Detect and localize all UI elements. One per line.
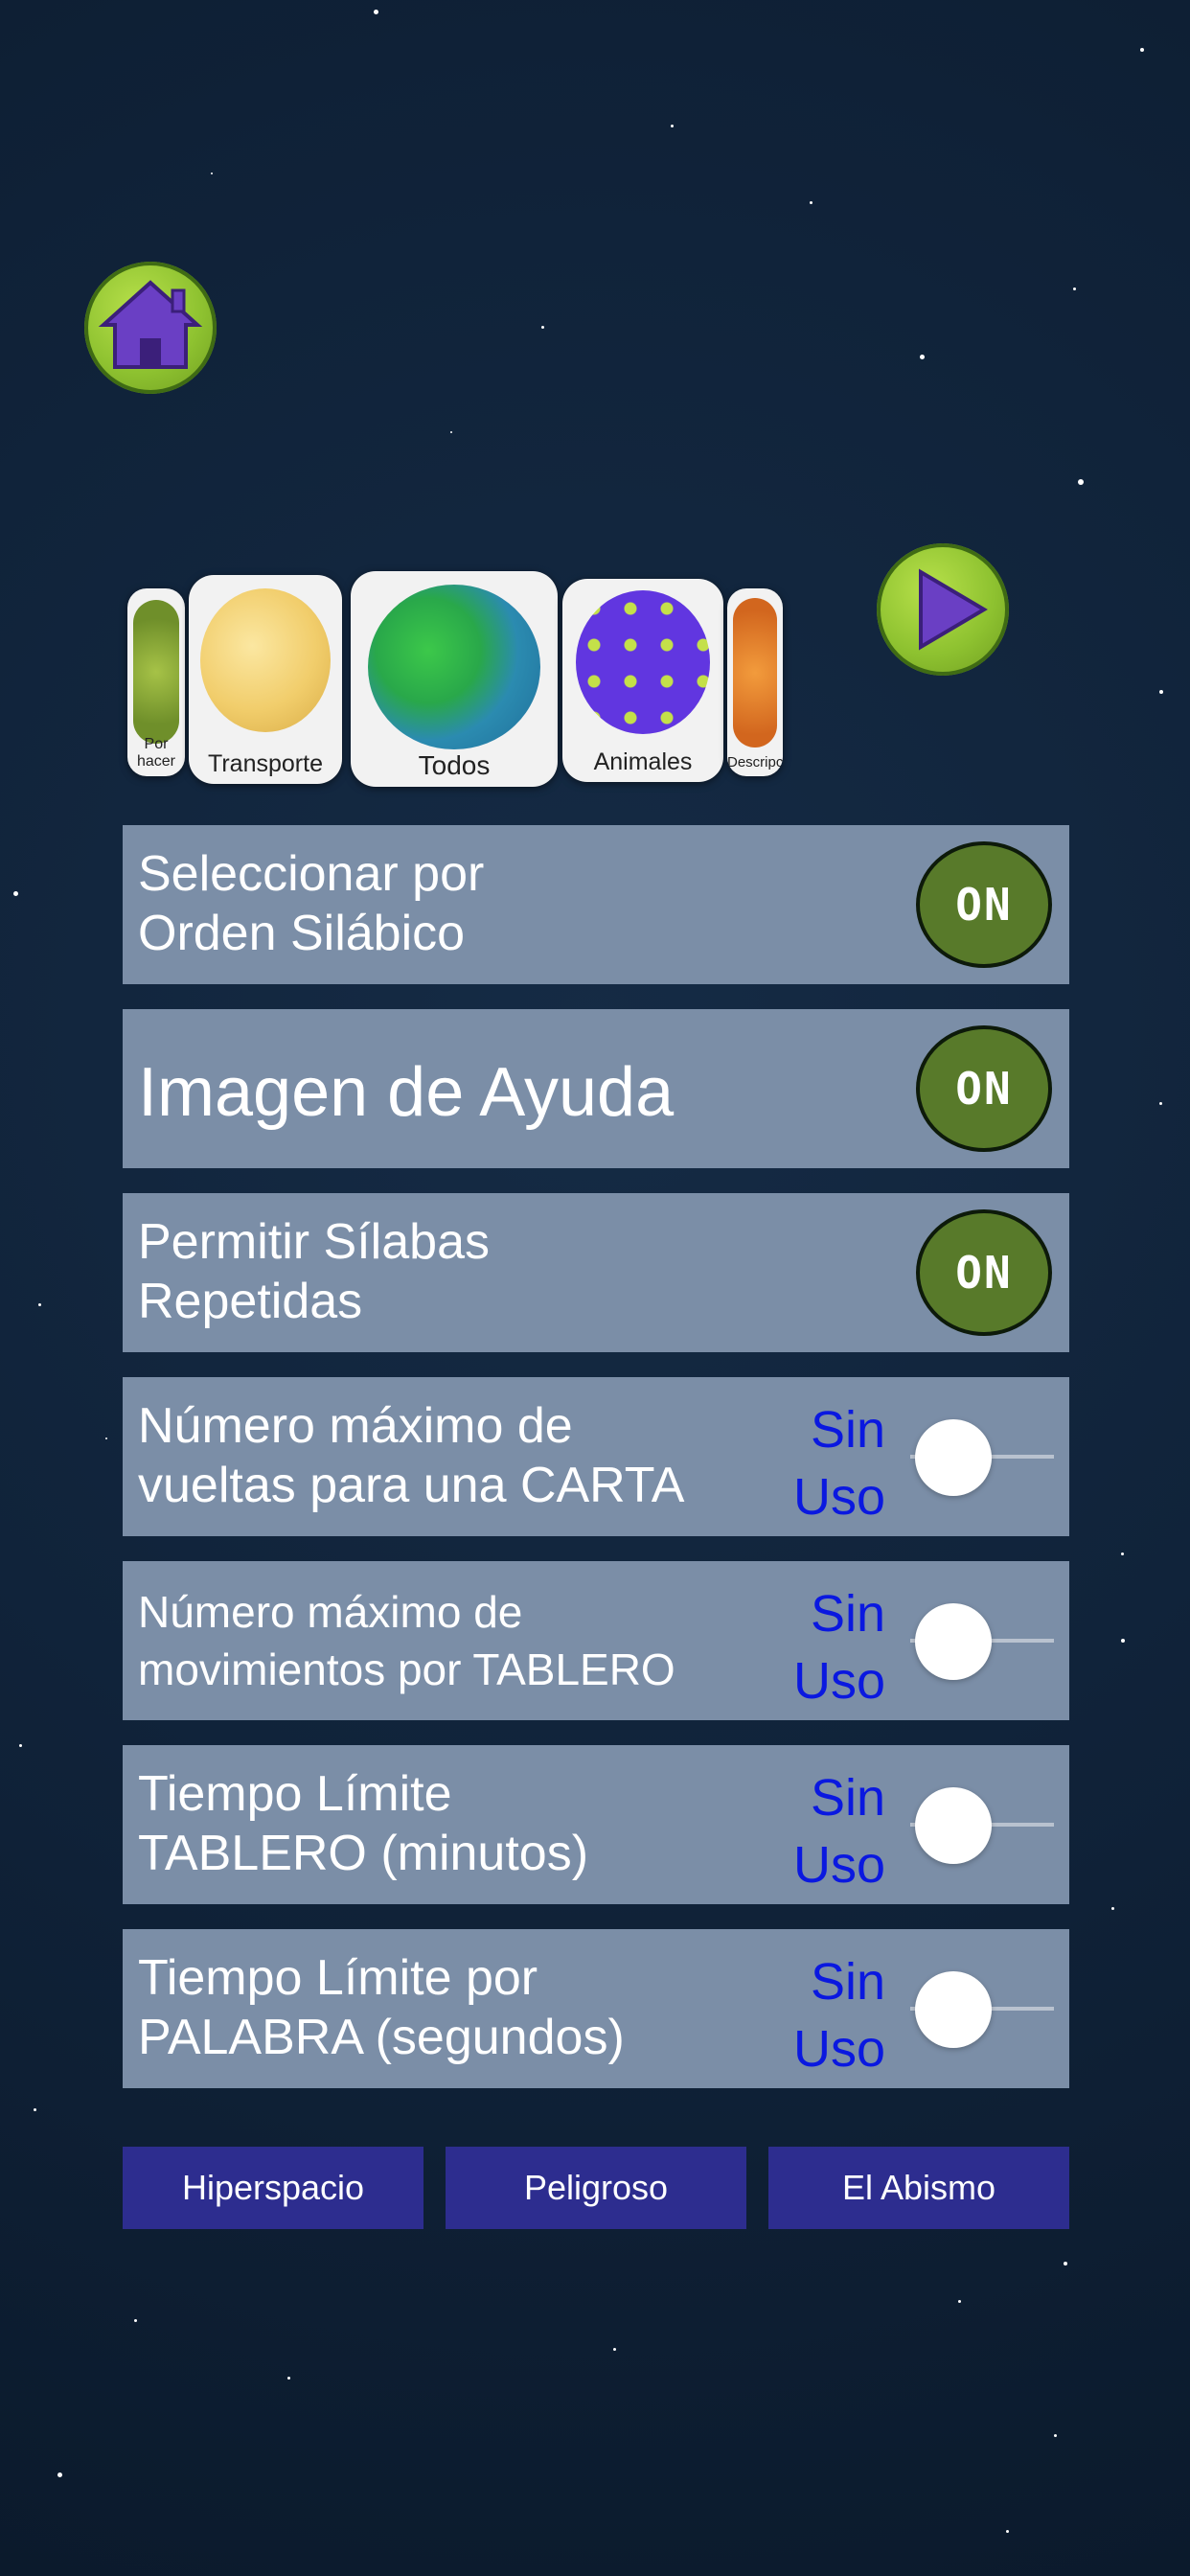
star — [211, 172, 213, 174]
star — [1121, 1552, 1124, 1555]
on-toggle-button[interactable]: ON — [916, 841, 1052, 968]
star — [1140, 48, 1144, 52]
setting-label: Número máximo de movimientos por TABLERO — [138, 1584, 675, 1699]
play-button[interactable] — [877, 543, 1009, 676]
setting-value: Sin Uso — [793, 1764, 885, 1898]
star — [287, 2377, 290, 2380]
setting-label-line2: Orden Silábico — [138, 906, 466, 962]
home-icon — [98, 280, 203, 369]
setting-label-line2: Repetidas — [138, 1274, 363, 1330]
slider-knob[interactable] — [915, 1419, 992, 1496]
setting-label-line2: movimientos por TABLERO — [138, 1644, 675, 1694]
star — [134, 2319, 137, 2322]
star — [1121, 1639, 1125, 1643]
star — [671, 125, 674, 127]
setting-value: Sin Uso — [793, 1948, 885, 2082]
star — [1054, 2434, 1057, 2437]
setting-value-line2: Uso — [792, 1652, 885, 1710]
setting-label: Seleccionar por Orden Silábico — [138, 844, 484, 964]
card-label: Todos — [418, 750, 491, 780]
star — [57, 2472, 62, 2477]
setting-label: Tiempo Límite por PALABRA (segundos) — [138, 1948, 625, 2068]
category-card-descripcion[interactable]: Descripción — [727, 588, 783, 776]
setting-value-line1: Sin — [810, 1769, 885, 1827]
category-carousel[interactable]: Por hacer Transporte Todos Animales Desc… — [127, 571, 789, 792]
setting-value-line2: Uso — [792, 2020, 885, 2078]
mode-button-peligroso[interactable]: Peligroso — [446, 2147, 746, 2229]
card-label: Animales — [593, 748, 693, 775]
category-card-por-hacer[interactable]: Por hacer — [127, 588, 185, 776]
category-card-animales[interactable]: Animales — [562, 579, 723, 782]
mode-button-el-abismo[interactable]: El Abismo — [768, 2147, 1069, 2229]
star — [1159, 690, 1163, 694]
setting-tiempo-palabra: Tiempo Límite por PALABRA (segundos) Sin… — [123, 1929, 1069, 2088]
star — [105, 1438, 107, 1439]
on-toggle-button[interactable]: ON — [916, 1025, 1052, 1152]
setting-label-line1: Número máximo de — [138, 1398, 573, 1454]
slider-knob[interactable] — [915, 1603, 992, 1680]
setting-label: Tiempo Límite TABLERO (minutos) — [138, 1764, 588, 1884]
setting-label: Imagen de Ayuda — [138, 1054, 675, 1131]
setting-value-line1: Sin — [810, 1401, 885, 1459]
star — [13, 891, 18, 896]
setting-label-line1: Tiempo Límite — [138, 1766, 452, 1822]
mode-button-hiperspacio[interactable]: Hiperspacio — [123, 2147, 423, 2229]
planet-icon-earth — [368, 585, 540, 749]
star — [1111, 1907, 1114, 1910]
card-label: Por hacer — [136, 736, 176, 770]
setting-value: Sin Uso — [793, 1580, 885, 1714]
play-icon — [919, 568, 988, 651]
setting-label-line1: Tiempo Límite por — [138, 1950, 538, 2006]
star — [374, 10, 378, 14]
setting-label-line2: TABLERO (minutos) — [138, 1826, 589, 1882]
star — [1159, 1102, 1162, 1105]
setting-value: Sin Uso — [793, 1396, 885, 1530]
card-label: Descripción — [727, 754, 783, 770]
star — [541, 326, 544, 329]
setting-label-line2: vueltas para una CARTA — [138, 1458, 685, 1514]
setting-label-line1: Permitir Sílabas — [138, 1214, 490, 1270]
setting-label: Permitir Sílabas Repetidas — [138, 1212, 490, 1332]
star — [34, 2108, 36, 2111]
star — [450, 431, 452, 433]
star — [19, 1744, 22, 1747]
setting-orden-silabico: Seleccionar por Orden Silábico ON — [123, 825, 1069, 984]
planet-icon-orange — [733, 598, 777, 748]
setting-value-line2: Uso — [792, 1468, 885, 1526]
setting-label-line2: PALABRA (segundos) — [138, 2010, 625, 2066]
planet-icon-purple — [576, 590, 710, 734]
star — [920, 355, 925, 359]
star — [1078, 479, 1084, 485]
star — [1064, 2262, 1067, 2266]
on-toggle-button[interactable]: ON — [916, 1209, 1052, 1336]
planet-icon-yellow — [200, 588, 331, 732]
setting-value-line1: Sin — [810, 1953, 885, 2011]
star — [958, 2300, 961, 2303]
star — [810, 201, 812, 204]
setting-label: Número máximo de vueltas para una CARTA — [138, 1396, 684, 1516]
setting-value-line2: Uso — [792, 1836, 885, 1894]
star — [1073, 288, 1076, 290]
setting-tiempo-tablero: Tiempo Límite TABLERO (minutos) Sin Uso — [123, 1745, 1069, 1904]
star — [38, 1303, 41, 1306]
slider-knob[interactable] — [915, 1971, 992, 2048]
category-card-transporte[interactable]: Transporte — [189, 575, 342, 784]
planet-icon-green — [133, 600, 179, 744]
category-card-todos[interactable]: Todos — [351, 571, 558, 787]
home-button[interactable] — [84, 262, 217, 394]
star — [613, 2348, 616, 2351]
setting-vueltas-carta: Número máximo de vueltas para una CARTA … — [123, 1377, 1069, 1536]
setting-silabas-repetidas: Permitir Sílabas Repetidas ON — [123, 1193, 1069, 1352]
setting-imagen-ayuda: Imagen de Ayuda ON — [123, 1009, 1069, 1168]
card-label: Transporte — [208, 750, 323, 777]
setting-label-line1: Seleccionar por — [138, 846, 485, 902]
setting-movimientos-tablero: Número máximo de movimientos por TABLERO… — [123, 1561, 1069, 1720]
star — [1006, 2530, 1009, 2533]
setting-label-line1: Número máximo de — [138, 1587, 523, 1637]
setting-value-line1: Sin — [810, 1585, 885, 1643]
slider-knob[interactable] — [915, 1787, 992, 1864]
